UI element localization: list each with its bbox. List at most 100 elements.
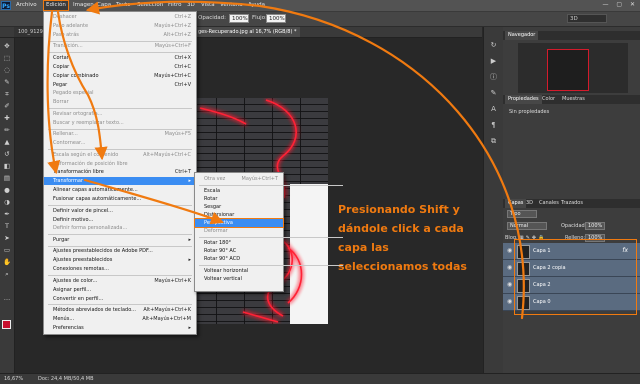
menu-item-escala[interactable]: Escala xyxy=(195,187,283,195)
menu-item-deshacer: Deshacer Ctrl+Z xyxy=(44,13,196,21)
pen-tool-icon[interactable]: ✒ xyxy=(3,210,11,218)
menu-texto[interactable]: Texto xyxy=(114,1,133,10)
hand-tool-icon[interactable]: ✋ xyxy=(3,258,11,266)
menu-item-label: Definir motivo... xyxy=(53,216,94,223)
menu-item-perspectiva[interactable]: Perspectiva xyxy=(194,218,284,228)
layer-kind-filter[interactable]: Tipo xyxy=(507,210,537,218)
opacity-input[interactable]: 100% xyxy=(229,14,249,23)
menu-item-ajustes-de-color[interactable]: Ajustes de color... Mayús+Ctrl+K xyxy=(44,277,196,285)
history-icon[interactable]: ↻ xyxy=(489,41,498,50)
menu-item-transformacion-libre[interactable]: Transformación libre Ctrl+T xyxy=(44,168,196,176)
menu-item-rotar-90-ac[interactable]: Rotar 90° AC xyxy=(195,247,283,255)
menu-item-rotar[interactable]: Rotar xyxy=(195,195,283,203)
tab-doc-active[interactable]: ges-Recuperado.jpg al 16,7% (RGB/8) * xyxy=(194,27,301,37)
menu-item-conexiones-remotas[interactable]: Conexiones remotas... xyxy=(44,265,196,273)
layers-opacity-input[interactable]: 100% xyxy=(585,222,605,230)
stamp-tool-icon[interactable]: ▲ xyxy=(3,138,11,146)
window-controls[interactable]: — ▢ ✕ xyxy=(602,1,638,8)
menu-item-convertir-en-perfil[interactable]: Convertir en perfil... xyxy=(44,295,196,303)
eyedropper-icon[interactable]: ✐ xyxy=(3,102,11,110)
menu-item-copiar-combinado[interactable]: Copiar combinado Mayús+Ctrl+C xyxy=(44,72,196,80)
zoom-tool-icon[interactable]: ⌕ xyxy=(3,270,11,278)
clone-source-icon[interactable]: ⧉ xyxy=(489,137,498,146)
shape-tool-icon[interactable]: ▭ xyxy=(3,246,11,254)
tab-navigator[interactable]: Navegador xyxy=(505,31,539,40)
menu-item-purgar[interactable]: Purgar ▸ xyxy=(44,236,196,244)
healing-brush-icon[interactable]: ✚ xyxy=(3,114,11,122)
menu-item-preferencias[interactable]: Preferencias ▸ xyxy=(44,324,196,332)
menu-item-ajustes-preestablecidos-de-adobe-pdf[interactable]: Ajustes preestablecidos de Adobe PDF... xyxy=(44,247,196,255)
menu-item-label: Purgar xyxy=(53,236,70,243)
menu-seleccion[interactable]: Selección xyxy=(135,1,165,10)
tab-color[interactable]: Color xyxy=(539,95,558,104)
menu-item-label: Ajustes de color... xyxy=(53,277,98,284)
menu-item-definir-valor-de-pincel[interactable]: Definir valor de pincel... xyxy=(44,207,196,215)
visibility-eye-icon[interactable]: ◉ xyxy=(507,247,514,254)
marquee-tool-icon[interactable]: ⬚ xyxy=(3,54,11,62)
menu-item-voltear-vertical[interactable]: Voltear vertical xyxy=(195,275,283,283)
menu-item-alinear-capas-automaticamente[interactable]: Alinear capas automáticamente... xyxy=(44,186,196,194)
menu-archivo[interactable]: Archivo xyxy=(14,1,39,10)
paragraph-icon[interactable]: ¶ xyxy=(489,121,498,130)
menu-ayuda[interactable]: Ayuda xyxy=(246,1,267,10)
menu-item-sesgar[interactable]: Sesgar xyxy=(195,203,283,211)
tab-3d[interactable]: 3D xyxy=(523,199,536,208)
lasso-tool-icon[interactable]: ◌ xyxy=(3,66,11,74)
brush-preset-icon[interactable]: ✎ xyxy=(489,89,498,98)
visibility-eye-icon[interactable]: ◉ xyxy=(507,298,514,305)
info-icon[interactable]: ⓘ xyxy=(489,73,498,82)
dodge-tool-icon[interactable]: ◑ xyxy=(3,198,11,206)
menu-item-distorsionar[interactable]: Distorsionar xyxy=(195,211,283,219)
blur-tool-icon[interactable]: ● xyxy=(3,186,11,194)
menu-item-label: Fusionar capas automáticamente... xyxy=(53,196,142,203)
history-brush-icon[interactable]: ↺ xyxy=(3,150,11,158)
menu-3d[interactable]: 3D xyxy=(185,1,197,10)
menu-item-rotar-180[interactable]: Rotar 180° xyxy=(195,239,283,247)
menu-item-fusionar-capas-automaticamente[interactable]: Fusionar capas automáticamente... xyxy=(44,195,196,203)
menu-item-label: Conexiones remotas... xyxy=(53,266,109,273)
blend-mode-select[interactable]: Normal xyxy=(507,222,547,230)
menu-item-pegar[interactable]: Pegar Ctrl+V xyxy=(44,81,196,89)
menu-item-menus[interactable]: Menús... Alt+Mayús+Ctrl+M xyxy=(44,315,196,323)
move-tool-icon[interactable]: ✥ xyxy=(3,42,11,50)
more-tools-icon[interactable]: … xyxy=(3,294,11,302)
eraser-tool-icon[interactable]: ◧ xyxy=(3,162,11,170)
path-select-icon[interactable]: ➤ xyxy=(3,234,11,242)
character-icon[interactable]: A xyxy=(489,105,498,114)
crop-tool-icon[interactable]: ⌗ xyxy=(3,90,11,98)
foreground-color[interactable] xyxy=(2,320,11,329)
gradient-tool-icon[interactable]: ▤ xyxy=(3,174,11,182)
tab-paths[interactable]: Trazados xyxy=(558,199,586,208)
type-tool-icon[interactable]: T xyxy=(3,222,11,230)
menu-filtro[interactable]: Filtro xyxy=(166,1,183,10)
menu-item-label: Preferencias xyxy=(53,324,84,331)
visibility-eye-icon[interactable]: ◉ xyxy=(507,264,514,271)
menu-ventana[interactable]: Ventana xyxy=(218,1,245,10)
tab-swatches[interactable]: Muestras xyxy=(559,95,588,104)
menu-item-label: Revisar ortografía... xyxy=(53,110,103,117)
visibility-eye-icon[interactable]: ◉ xyxy=(507,281,514,288)
menu-item-label: Definir forma personalizada... xyxy=(53,225,128,232)
flow-input[interactable]: 100% xyxy=(266,14,286,23)
menu-capa[interactable]: Capa xyxy=(95,1,113,10)
menu-item-metodos-abreviados-de-teclado[interactable]: Métodos abreviados de teclado... Alt+Mayú… xyxy=(44,306,196,314)
menu-item-cortar[interactable]: Cortar Ctrl+X xyxy=(44,54,196,62)
menu-vista[interactable]: Vista xyxy=(199,1,217,10)
workspace-select[interactable]: 3D xyxy=(567,14,607,23)
menu-item-label: Asignar perfil... xyxy=(53,286,92,293)
menu-item-rellenar: Rellenar... Mayús+F5 xyxy=(44,130,196,138)
menu-item-transformar[interactable]: Transformar ▸ xyxy=(44,177,196,186)
menu-item-voltear-horizontal[interactable]: Voltear horizontal xyxy=(195,267,283,275)
quick-select-icon[interactable]: ✎ xyxy=(3,78,11,86)
menu-item-rotar-90-acd[interactable]: Rotar 90° ACD xyxy=(195,255,283,263)
menu-item-definir-motivo[interactable]: Definir motivo... xyxy=(44,216,196,224)
tab-properties[interactable]: Propiedades xyxy=(505,95,542,104)
menu-imagen[interactable]: Imagen xyxy=(71,1,96,10)
menu-item-borrar: Borrar xyxy=(44,98,196,106)
brush-tool-icon[interactable]: ✏ xyxy=(3,126,11,134)
menu-item-copiar[interactable]: Copiar Ctrl+C xyxy=(44,63,196,71)
menu-item-asignar-perfil[interactable]: Asignar perfil... xyxy=(44,286,196,294)
menu-edicion[interactable]: Edición xyxy=(43,0,69,11)
menu-item-ajustes-preestablecidos[interactable]: Ajustes preestablecidos ▸ xyxy=(44,256,196,264)
actions-icon[interactable]: ▶ xyxy=(489,57,498,66)
